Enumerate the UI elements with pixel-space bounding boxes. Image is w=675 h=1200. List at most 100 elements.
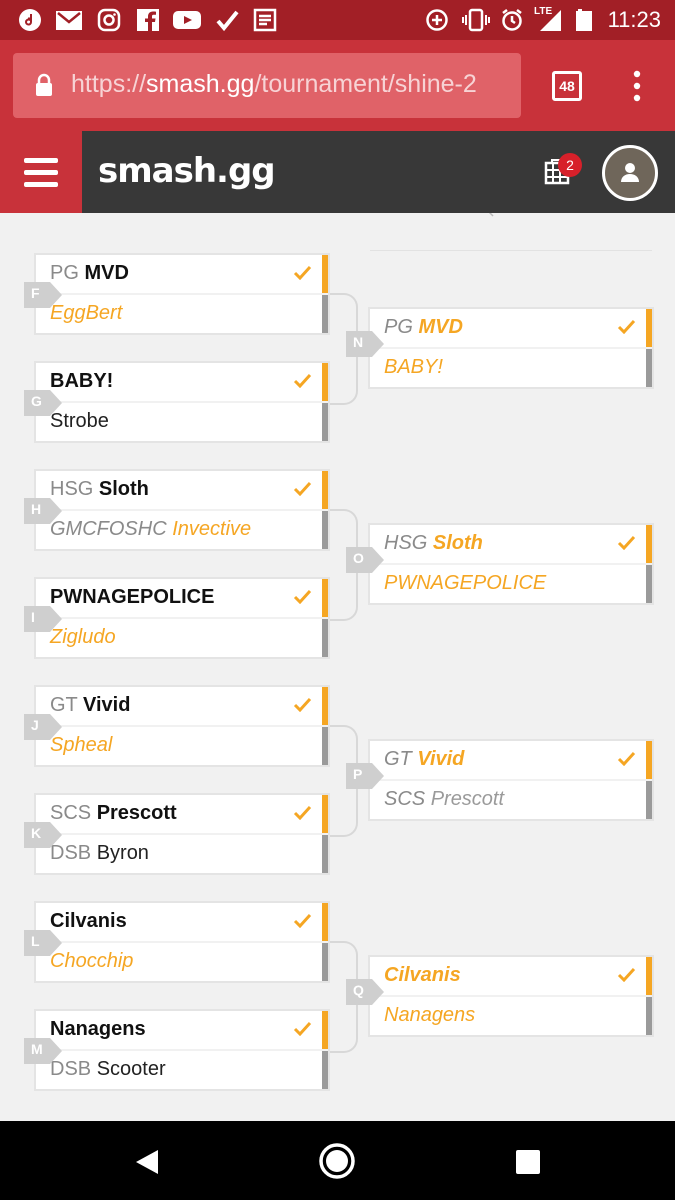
- loser-slot[interactable]: EggBert: [36, 295, 328, 333]
- match-letter: I: [31, 609, 35, 625]
- winner-slot[interactable]: PG MVD: [36, 255, 328, 293]
- team-prefix: GT: [384, 748, 412, 770]
- player-name: PWNAGEPOLICE: [50, 586, 215, 608]
- match-letter: H: [31, 501, 42, 517]
- loser-stripe: [322, 943, 328, 981]
- player-name: Nanagens: [50, 1018, 146, 1040]
- status-bar: LTE 11:23: [0, 0, 675, 40]
- match-identifier: G: [24, 390, 62, 416]
- match-identifier: I: [24, 606, 62, 632]
- check-icon: [617, 967, 636, 982]
- browser-toolbar: https://smash.gg/tournament/shine-2 48: [0, 40, 675, 131]
- facebook-icon: [137, 9, 159, 31]
- team-prefix: GT: [50, 694, 78, 716]
- loser-slot[interactable]: BABY!: [370, 349, 652, 387]
- winner-slot[interactable]: BABY!: [36, 363, 328, 401]
- winner-stripe: [322, 255, 328, 293]
- loser-slot[interactable]: Chocchip: [36, 943, 328, 981]
- home-icon[interactable]: [318, 1142, 356, 1180]
- winner-slot[interactable]: HSG Sloth: [36, 471, 328, 509]
- winner-slot[interactable]: Nanagens: [36, 1011, 328, 1049]
- match-letter: F: [31, 285, 40, 301]
- url-bar[interactable]: https://smash.gg/tournament/shine-2: [13, 53, 521, 118]
- match-letter: M: [31, 1041, 43, 1057]
- loser-stripe: [322, 511, 328, 549]
- tab-switcher-button[interactable]: 48: [552, 71, 582, 101]
- loser-slot[interactable]: Zigludo: [36, 619, 328, 657]
- loser-slot[interactable]: Nanagens: [370, 997, 652, 1035]
- match-letter: L: [31, 933, 40, 949]
- user-avatar-button[interactable]: [602, 145, 658, 201]
- data-saver-icon: [426, 9, 448, 31]
- winner-stripe: [646, 957, 652, 995]
- match-letter: K: [31, 825, 42, 841]
- divider: [370, 250, 652, 251]
- match-identifier: N: [346, 331, 384, 357]
- vibrate-icon: [462, 8, 490, 32]
- player-name: Invective: [172, 518, 252, 540]
- winner-slot[interactable]: PG MVD: [370, 309, 652, 347]
- winner-slot[interactable]: Cilvanis: [370, 957, 652, 995]
- loser-stripe: [646, 349, 652, 387]
- check-icon: [293, 481, 312, 496]
- team-prefix: SCS: [384, 788, 426, 810]
- player-name: Sloth: [432, 532, 483, 554]
- match-identifier: L: [24, 930, 62, 956]
- winner-slot[interactable]: SCS Prescott: [36, 795, 328, 833]
- battery-icon: [576, 9, 592, 31]
- match-letter: J: [31, 717, 39, 733]
- team-prefix: PG: [50, 262, 79, 284]
- player-name: Sloth: [98, 478, 149, 500]
- player-name: Byron: [96, 842, 149, 864]
- loser-slot[interactable]: Spheal: [36, 727, 328, 765]
- bracket-view: PG MVD EggBert BABY! Strobe HSG Sloth GMCF…: [0, 213, 675, 1121]
- winner-stripe: [322, 903, 328, 941]
- winner-slot[interactable]: GT Vivid: [36, 687, 328, 725]
- match-identifier: J: [24, 714, 62, 740]
- winner-slot[interactable]: Cilvanis: [36, 903, 328, 941]
- loser-stripe: [322, 295, 328, 333]
- check-icon: [293, 373, 312, 388]
- menu-button[interactable]: [0, 131, 82, 213]
- player-name: Scooter: [96, 1058, 166, 1080]
- player-name: Vivid: [82, 694, 131, 716]
- team-prefix: SCS: [50, 802, 92, 824]
- winner-stripe: [322, 579, 328, 617]
- loser-slot[interactable]: DSB Scooter: [36, 1051, 328, 1089]
- loser-stripe: [322, 403, 328, 441]
- player-name: Vivid: [417, 748, 465, 770]
- match-letter: N: [353, 334, 364, 350]
- winner-stripe: [322, 471, 328, 509]
- instagram-icon: [97, 8, 121, 32]
- loser-stripe: [322, 727, 328, 765]
- loser-slot[interactable]: DSB Byron: [36, 835, 328, 873]
- more-vert-icon[interactable]: [627, 68, 647, 104]
- recents-icon[interactable]: [515, 1149, 541, 1175]
- app-header: smash.gg 2: [0, 131, 675, 213]
- check-icon: [293, 805, 312, 820]
- winner-stripe: [322, 1011, 328, 1049]
- player-name: MVD: [84, 262, 129, 284]
- winner-slot[interactable]: GT Vivid: [370, 741, 652, 779]
- match-letter: G: [31, 393, 42, 409]
- loser-slot[interactable]: GMCFOSHC Invective: [36, 511, 328, 549]
- site-logo[interactable]: smash.gg: [98, 151, 276, 191]
- check-icon: [293, 1021, 312, 1036]
- loser-slot[interactable]: Strobe: [36, 403, 328, 441]
- match-identifier: P: [346, 763, 384, 789]
- winner-slot[interactable]: PWNAGEPOLICE: [36, 579, 328, 617]
- player-name: BABY!: [384, 356, 443, 378]
- player-name: MVD: [418, 316, 463, 338]
- loser-slot[interactable]: PWNAGEPOLICE: [370, 565, 652, 603]
- match-letter: O: [353, 550, 364, 566]
- check-icon: [617, 535, 636, 550]
- winner-slot[interactable]: HSG Sloth: [370, 525, 652, 563]
- url-host: smash.gg: [146, 70, 255, 98]
- player-name: Prescott: [430, 788, 505, 810]
- back-icon[interactable]: [134, 1148, 160, 1176]
- match-letter: Q: [353, 982, 364, 998]
- loser-slot[interactable]: SCS Prescott: [370, 781, 652, 819]
- winner-stripe: [322, 687, 328, 725]
- alarm-icon: [502, 9, 522, 31]
- match-letter: P: [353, 766, 363, 782]
